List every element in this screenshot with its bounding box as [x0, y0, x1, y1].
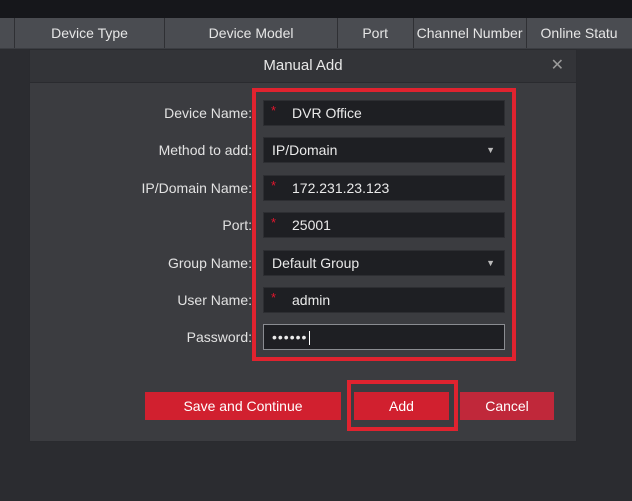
cancel-button[interactable]: Cancel — [460, 392, 554, 420]
table-header-spacer — [0, 18, 15, 48]
port-value: 25001 — [292, 217, 331, 233]
row-method: Method to add: IP/Domain ▼ — [30, 137, 578, 167]
column-device-model[interactable]: Device Model — [165, 18, 338, 48]
required-mark: * — [271, 215, 277, 230]
row-password: Password: •••••• — [30, 324, 578, 354]
top-bar — [0, 0, 632, 18]
device-name-value: DVR Office — [292, 105, 362, 121]
add-button[interactable]: Add — [354, 392, 449, 420]
method-value: IP/Domain — [272, 142, 338, 158]
password-value: •••••• — [272, 329, 308, 345]
text-cursor — [309, 331, 311, 346]
row-user: User Name: * admin — [30, 287, 578, 317]
dialog-title: Manual Add — [263, 57, 343, 74]
password-input[interactable]: •••••• — [263, 324, 505, 350]
dialog-titlebar: Manual Add ✕ — [30, 50, 576, 83]
port-label: Port: — [222, 217, 252, 233]
method-label: Method to add: — [158, 142, 252, 158]
required-mark: * — [271, 178, 277, 193]
row-ip-domain: IP/Domain Name: * 172.231.23.123 — [30, 175, 578, 205]
row-port: Port: * 25001 — [30, 212, 578, 242]
column-port[interactable]: Port — [338, 18, 414, 48]
column-channel-number[interactable]: Channel Number — [414, 18, 527, 48]
column-device-type[interactable]: Device Type — [15, 18, 166, 48]
manual-add-dialog: Manual Add ✕ Device Name: * DVR Office M… — [29, 49, 577, 442]
group-value: Default Group — [272, 255, 360, 271]
save-and-continue-button[interactable]: Save and Continue — [145, 392, 341, 420]
close-icon[interactable]: ✕ — [551, 56, 564, 76]
chevron-down-icon: ▼ — [486, 258, 495, 268]
user-name-input[interactable]: * admin — [263, 287, 505, 313]
ip-domain-value: 172.231.23.123 — [292, 180, 390, 196]
required-mark: * — [271, 290, 277, 305]
column-online-status[interactable]: Online Statu — [527, 18, 632, 48]
ip-domain-label: IP/Domain Name: — [141, 180, 252, 196]
user-name-value: admin — [292, 292, 331, 308]
device-table-header: Device Type Device Model Port Channel Nu… — [0, 18, 632, 49]
row-group: Group Name: Default Group ▼ — [30, 250, 578, 280]
row-device-name: Device Name: * DVR Office — [30, 100, 578, 130]
device-name-label: Device Name: — [164, 105, 252, 121]
ip-domain-input[interactable]: * 172.231.23.123 — [263, 175, 505, 201]
group-select[interactable]: Default Group ▼ — [263, 250, 505, 276]
user-label: User Name: — [177, 292, 252, 308]
chevron-down-icon: ▼ — [486, 145, 495, 155]
group-label: Group Name: — [167, 255, 252, 271]
method-select[interactable]: IP/Domain ▼ — [263, 137, 505, 163]
password-label: Password: — [186, 329, 252, 345]
port-input[interactable]: * 25001 — [263, 212, 505, 238]
device-name-input[interactable]: * DVR Office — [263, 100, 505, 126]
required-mark: * — [271, 103, 277, 118]
